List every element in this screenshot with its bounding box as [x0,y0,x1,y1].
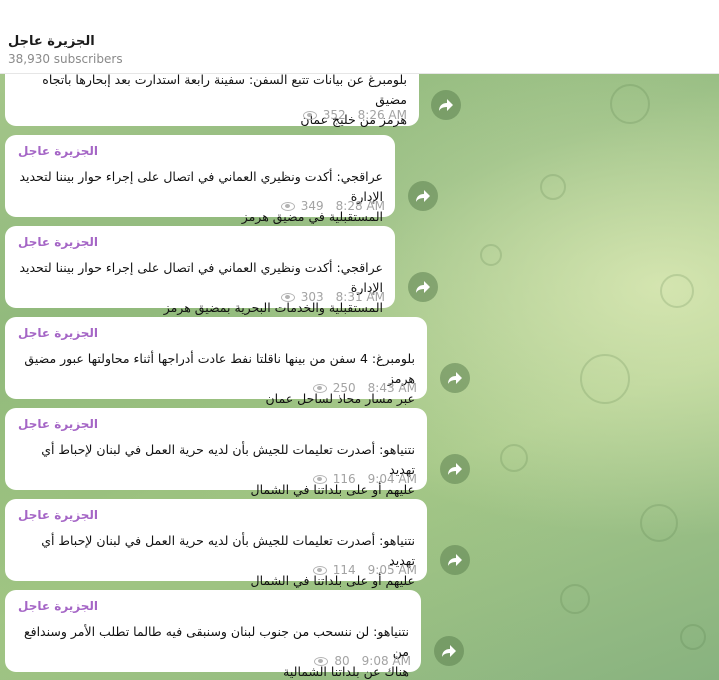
forward-button[interactable] [408,272,438,302]
forward-button[interactable] [431,90,461,120]
message-sender: الجزيرة عاجل [18,144,99,158]
message-time: 9:04 AM [367,472,417,486]
message-time: 8:31 AM [335,290,385,304]
chat-header[interactable]: الجزيرة عاجل 38,930 subscribers [0,24,719,74]
message-sender: الجزيرة عاجل [18,235,99,249]
forward-button[interactable] [440,545,470,575]
forward-button[interactable] [440,363,470,393]
message-meta: 352 8:26 AM [302,108,407,122]
message-sender: الجزيرة عاجل [18,326,99,340]
view-count: 352 [322,108,346,122]
message-text: نتنياهو: أصدرت تعليمات للجيش بأن لديه حر… [41,442,415,497]
subscriber-count: 38,930 subscribers [8,52,123,66]
window-top-strip [0,0,719,24]
views-icon [280,292,295,302]
forward-icon [448,554,462,566]
message-text: عراقجي: أكدت ونظيري العماني في اتصال على… [19,260,383,315]
message-time: 8:26 AM [357,108,407,122]
message-meta: 349 8:28 AM [280,199,385,213]
views-icon [314,656,329,666]
message-time: 8:28 AM [335,199,385,213]
view-count: 80 [334,654,350,668]
doodle-circle [680,624,706,650]
view-count: 250 [332,381,356,395]
views-icon [312,565,327,575]
doodle-circle [640,504,678,542]
message-meta: 303 8:31 AM [280,290,385,304]
message-sender: الجزيرة عاجل [18,417,99,431]
message-time: 9:05 AM [367,563,417,577]
doodle-circle [500,444,528,472]
message-meta: 80 9:08 AM [314,654,411,668]
forward-button[interactable] [408,181,438,211]
view-count: 349 [300,199,324,213]
doodle-circle [560,584,590,614]
message-time: 8:43 AM [367,381,417,395]
message-meta: 116 9:04 AM [312,472,417,486]
forward-icon [416,190,430,202]
doodle-circle [660,274,694,308]
views-icon [312,474,327,484]
message-text: عراقجي: أكدت ونظيري العماني في اتصال على… [19,169,383,224]
view-count: 114 [332,563,356,577]
message-bubble[interactable]: الجزيرة عاجل عراقجي: أكدت ونظيري العماني… [5,226,395,315]
doodle-circle [580,354,630,404]
message-bubble[interactable]: الجزيرة عاجل نتنياهو: لن ننسحب من جنوب ل… [5,590,421,679]
message-text: نتنياهو: لن ننسحب من جنوب لبنان وسنبقى ف… [23,624,409,679]
message-bubble[interactable]: الجزيرة عاجل نتنياهو: أصدرت تعليمات للجي… [5,499,427,588]
message-time: 9:08 AM [361,654,411,668]
message-sender: الجزيرة عاجل [18,599,99,613]
channel-title: الجزيرة عاجل [8,34,95,49]
message-bubble[interactable]: الجزيرة عاجل نتنياهو: أصدرت تعليمات للجي… [5,408,427,497]
forward-icon [416,281,430,293]
message-bubble[interactable]: الجزيرة عاجل بلومبرغ: 4 سفن من بينها ناق… [5,317,427,406]
views-icon [302,110,317,120]
message-bubble[interactable]: الجزيرة عاجل عراقجي: أكدت ونظيري العماني… [5,135,395,224]
view-count: 303 [300,290,324,304]
message-meta: 250 8:43 AM [312,381,417,395]
message-meta: 114 9:05 AM [312,563,417,577]
forward-icon [442,645,456,657]
forward-icon [448,372,462,384]
doodle-circle [540,174,566,200]
forward-button[interactable] [434,636,464,666]
view-count: 116 [332,472,356,486]
doodle-circle [480,244,502,266]
message-text: نتنياهو: أصدرت تعليمات للجيش بأن لديه حر… [41,533,415,588]
forward-icon [439,99,453,111]
doodle-circle [610,84,650,124]
views-icon [280,201,295,211]
views-icon [312,383,327,393]
message-text: بلومبرغ: 4 سفن من بينها ناقلتا نفط عادت … [24,351,415,406]
message-sender: الجزيرة عاجل [18,508,99,522]
forward-button[interactable] [440,454,470,484]
forward-icon [448,463,462,475]
